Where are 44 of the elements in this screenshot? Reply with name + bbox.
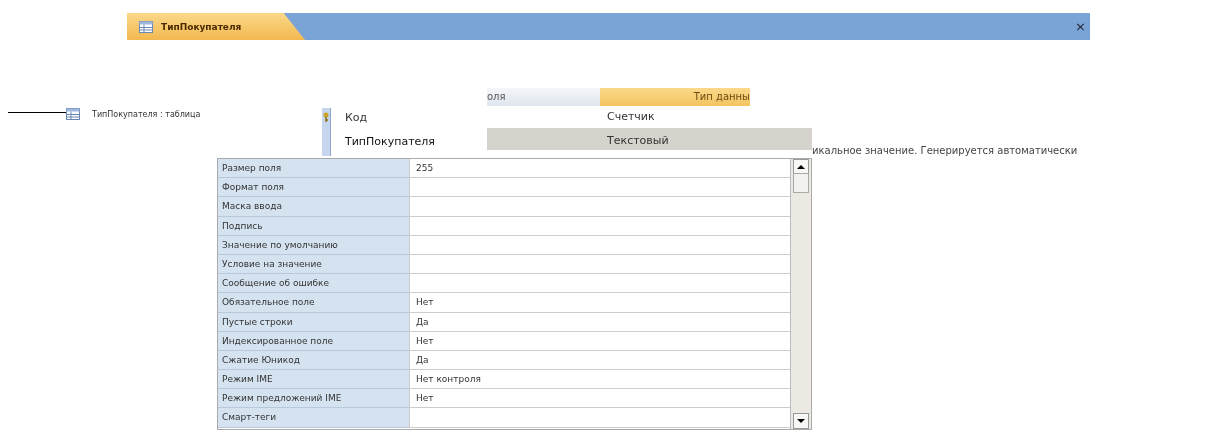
- property-label: Значение по умолчанию: [218, 235, 409, 255]
- property-value-field[interactable]: Нет: [409, 331, 790, 351]
- property-label: Пустые строки: [218, 312, 409, 332]
- document-tab[interactable]: ТипПокупателя: [127, 13, 305, 40]
- property-value-field[interactable]: Нет: [409, 389, 790, 409]
- data-type-cell[interactable]: Текстовый: [607, 130, 669, 152]
- field-name-cell[interactable]: Код: [345, 106, 368, 128]
- property-value-field[interactable]: 255: [409, 159, 790, 179]
- scrollbar[interactable]: [790, 159, 811, 429]
- scroll-thumb[interactable]: [793, 173, 809, 193]
- property-label: Размер поля: [218, 159, 409, 179]
- property-label: Формат поля: [218, 178, 409, 198]
- scroll-down-icon[interactable]: [793, 413, 809, 429]
- property-label: Смарт-теги: [218, 408, 409, 428]
- property-label: Сжатие Юникод: [218, 350, 409, 371]
- property-value-field[interactable]: Нет контроля: [409, 370, 790, 390]
- navigation-item[interactable]: ТипПокупателя : таблица: [92, 109, 201, 119]
- property-label: Режим IME: [218, 370, 409, 390]
- property-value-field[interactable]: Нет: [409, 293, 790, 313]
- column-header: оля: [487, 88, 600, 106]
- property-value-field[interactable]: [409, 235, 790, 255]
- field-name-cell[interactable]: ТипПокупателя: [345, 130, 435, 152]
- table-icon: [66, 108, 80, 120]
- property-label: Режим предложений IME: [218, 389, 409, 409]
- property-value-field[interactable]: [409, 178, 790, 198]
- property-value-field[interactable]: [409, 216, 790, 236]
- property-label: Условие на значение: [218, 254, 409, 275]
- column-header: Тип данны: [600, 88, 750, 106]
- property-value-field[interactable]: [409, 408, 790, 428]
- property-label: Обязательное поле: [218, 293, 409, 313]
- property-value-field[interactable]: [409, 254, 790, 275]
- property-label: Маска ввода: [218, 197, 409, 217]
- property-label: Подпись: [218, 216, 409, 236]
- close-icon[interactable]: ×: [1075, 19, 1086, 34]
- property-label: Сообщение об ошибке: [218, 274, 409, 294]
- property-value-field[interactable]: Да: [409, 312, 790, 332]
- data-type-cell[interactable]: Счетчик: [607, 106, 655, 128]
- property-value-field[interactable]: [409, 197, 790, 217]
- property-label: Индексированное поле: [218, 331, 409, 351]
- table-icon: [139, 20, 153, 33]
- row-selector: [322, 108, 331, 156]
- property-value-field[interactable]: [409, 274, 790, 294]
- field-description: икальное значение. Генерируется автоматически: [812, 144, 1078, 158]
- property-value-field[interactable]: Да: [409, 350, 790, 371]
